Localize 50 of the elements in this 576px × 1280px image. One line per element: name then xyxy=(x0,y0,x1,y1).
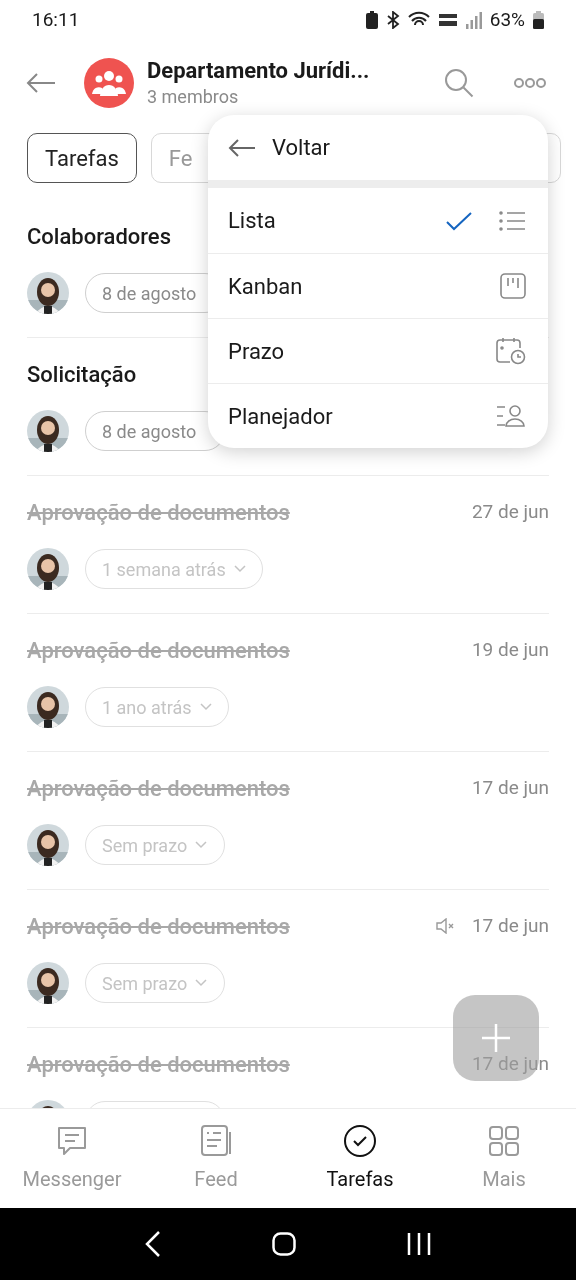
chevron-icon xyxy=(195,979,208,987)
task-date: 19 de jun xyxy=(471,636,549,663)
nav-tab[interactable]: Tarefas xyxy=(288,1109,432,1208)
recents-icon[interactable] xyxy=(406,1232,431,1256)
plus-icon xyxy=(482,1024,510,1052)
member-count: 3 membros xyxy=(147,85,240,109)
task-title[interactable]: Aprovação de documentos xyxy=(27,495,472,529)
lte-icon xyxy=(437,11,458,29)
task-title[interactable]: Aprovação de documentos xyxy=(27,909,436,943)
task-date: 27 de jun xyxy=(471,498,549,525)
menu-item[interactable]: Lista xyxy=(228,204,446,237)
search-icon[interactable] xyxy=(444,68,474,98)
group-icon xyxy=(91,70,127,96)
battery-saver-icon xyxy=(365,11,378,29)
clock-time: 16:11 xyxy=(32,6,80,33)
chevron-icon xyxy=(199,703,212,711)
menu-back-item[interactable]: Voltar xyxy=(208,115,548,180)
battery-level: 63% xyxy=(489,6,525,33)
task-title[interactable]: Aprovação de documentos xyxy=(27,1047,472,1081)
menu-item[interactable]: Prazo xyxy=(228,334,496,368)
task-date: 17 de jun xyxy=(471,912,549,939)
chevron-icon xyxy=(195,841,208,849)
check-circle-icon xyxy=(343,1123,377,1158)
chevron-icon xyxy=(233,565,246,573)
nav-tab[interactable]: Mais xyxy=(432,1109,576,1208)
section-title: Colaboradores xyxy=(27,222,171,251)
home-icon[interactable] xyxy=(272,1232,296,1256)
feed-icon xyxy=(199,1123,233,1158)
list-icon xyxy=(498,208,526,233)
task-title[interactable]: Aprovação de documentos xyxy=(27,771,472,805)
nav-tab[interactable]: Messenger xyxy=(0,1109,144,1208)
more-icon[interactable] xyxy=(514,78,546,88)
kanban-icon xyxy=(500,273,526,299)
nav-tab[interactable]: Feed xyxy=(144,1109,288,1208)
back-arrow-icon[interactable] xyxy=(26,72,56,94)
battery-icon xyxy=(533,11,544,29)
menu-item[interactable]: Planejador xyxy=(228,399,496,433)
back-icon[interactable] xyxy=(145,1231,162,1257)
grid-icon xyxy=(487,1123,521,1158)
calendar-clock-icon xyxy=(496,337,526,365)
task-date: 17 de jun xyxy=(471,774,549,801)
group-title: Departamento Jurídi... xyxy=(147,57,371,85)
planner-icon xyxy=(496,404,526,428)
filter-chip[interactable]: Tarefas xyxy=(27,133,137,183)
section-title: Solicitação xyxy=(27,360,137,389)
signal-icon xyxy=(465,11,482,29)
back-arrow-icon xyxy=(228,137,256,158)
bluetooth-icon xyxy=(385,11,400,29)
menu-item[interactable]: Kanban xyxy=(228,269,500,303)
task-title[interactable]: Aprovação de documentos xyxy=(27,633,472,667)
